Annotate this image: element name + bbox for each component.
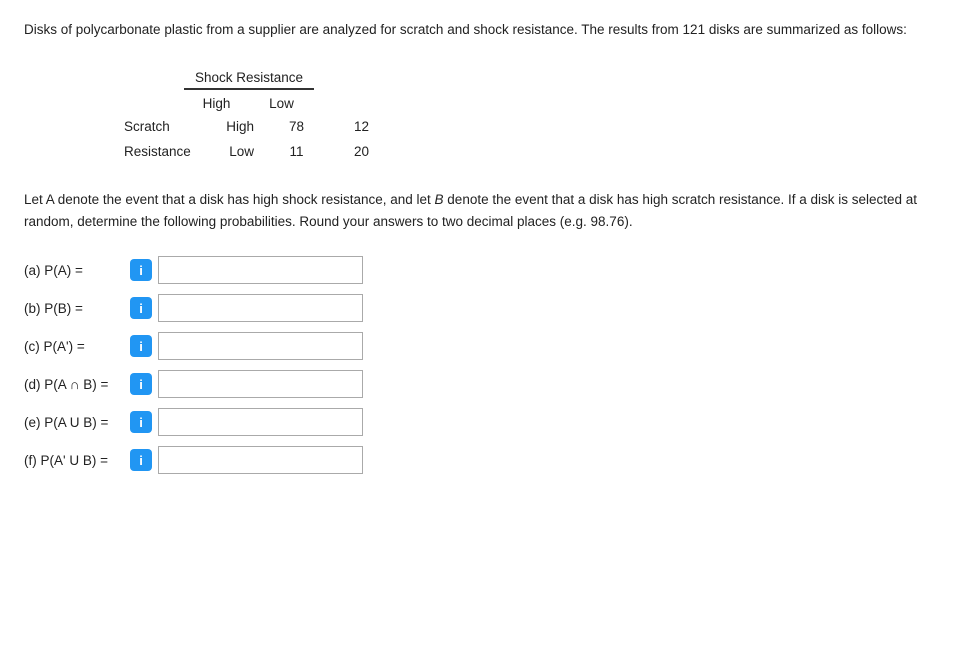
col-header-low: Low — [249, 96, 314, 111]
description-part-1: Let A denote the event that a disk has h… — [24, 192, 435, 207]
question-row-2: (c) P(A') = i — [24, 332, 944, 360]
answer-input-1[interactable] — [158, 294, 363, 322]
answer-input-0[interactable] — [158, 256, 363, 284]
row-sub-label-1: Low — [204, 144, 264, 159]
question-label-5: (f) P(A' U B) = — [24, 453, 124, 468]
info-icon-0[interactable]: i — [130, 259, 152, 281]
question-label-2: (c) P(A') = — [24, 339, 124, 354]
column-headers: High Low — [124, 96, 944, 111]
answer-input-5[interactable] — [158, 446, 363, 474]
row-sub-label-0: High — [204, 119, 264, 134]
info-icon-4[interactable]: i — [130, 411, 152, 433]
row-main-label-0: Scratch — [124, 119, 204, 134]
question-label-4: (e) P(A U B) = — [24, 415, 124, 430]
answer-input-2[interactable] — [158, 332, 363, 360]
answer-input-4[interactable] — [158, 408, 363, 436]
data-table: Shock Resistance High Low Scratch High 7… — [124, 70, 944, 159]
question-row-4: (e) P(A U B) = i — [24, 408, 944, 436]
question-label-3: (d) P(A ∩ B) = — [24, 377, 124, 392]
cell-0-1: 12 — [329, 119, 394, 134]
question-label-0: (a) P(A) = — [24, 263, 124, 278]
question-row-0: (a) P(A) = i — [24, 256, 944, 284]
description-text: Let A denote the event that a disk has h… — [24, 189, 944, 232]
row-main-label-1: Resistance — [124, 144, 204, 159]
table-row-1: Resistance Low 11 20 — [124, 144, 944, 159]
cell-1-1: 20 — [329, 144, 394, 159]
question-row-5: (f) P(A' U B) = i — [24, 446, 944, 474]
intro-text: Disks of polycarbonate plastic from a su… — [24, 20, 944, 40]
info-icon-3[interactable]: i — [130, 373, 152, 395]
info-icon-1[interactable]: i — [130, 297, 152, 319]
info-icon-5[interactable]: i — [130, 449, 152, 471]
question-row-3: (d) P(A ∩ B) = i — [24, 370, 944, 398]
description-b-italic: B — [435, 192, 444, 207]
col-header-high: High — [184, 96, 249, 111]
question-label-1: (b) P(B) = — [24, 301, 124, 316]
shock-resistance-header: Shock Resistance — [124, 70, 944, 90]
table-row-0: Scratch High 78 12 — [124, 119, 944, 134]
shock-resistance-label: Shock Resistance — [184, 70, 314, 90]
question-row-1: (b) P(B) = i — [24, 294, 944, 322]
cell-1-0: 11 — [264, 144, 329, 159]
cell-0-0: 78 — [264, 119, 329, 134]
info-icon-2[interactable]: i — [130, 335, 152, 357]
answer-input-3[interactable] — [158, 370, 363, 398]
questions-container: (a) P(A) =i(b) P(B) =i(c) P(A') =i(d) P(… — [24, 256, 944, 474]
